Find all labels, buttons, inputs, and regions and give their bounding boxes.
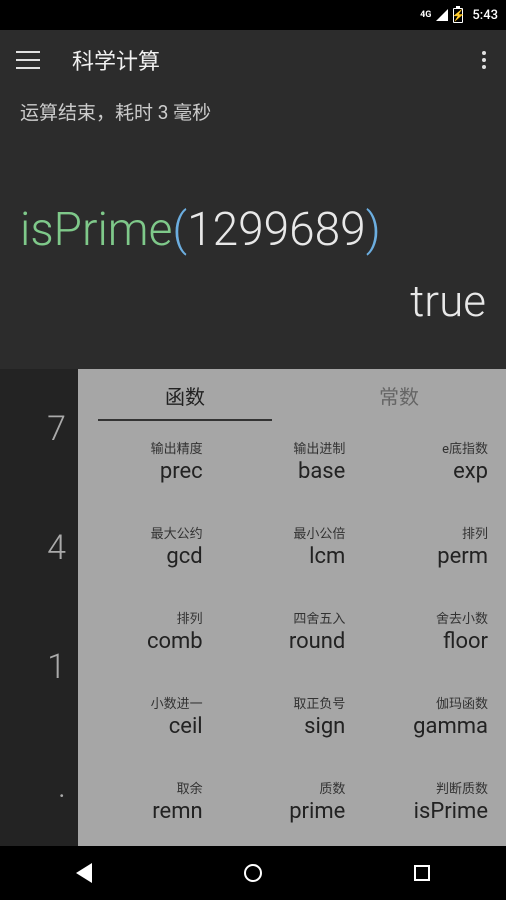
network-4g-icon: 4G [420,11,431,20]
fn-comb[interactable]: 排列 comb [78,591,221,676]
fn-gamma[interactable]: 伽玛函数 gamma [363,676,506,761]
panel-tabs: 函数 常数 [78,369,506,421]
fn-sublabel: 四舍五入 [293,608,345,627]
fn-sublabel: 取余 [177,778,203,797]
fn-label: ceil [169,714,203,739]
digit-4[interactable]: 4 [0,488,78,607]
charging-icon: ⚡ [452,10,466,21]
status-bar: 4G ⚡ 5:43 [0,0,506,30]
overflow-menu-icon[interactable] [478,43,490,77]
digit-7[interactable]: 7 [0,369,78,488]
function-panel: 函数 常数 输出精度 prec 输出进制 base e底指数 exp 最大公约 gcd 最小公倍… [78,369,506,846]
fn-round[interactable]: 四舍五入 round [221,591,364,676]
fn-lcm[interactable]: 最小公倍 lcm [221,506,364,591]
fn-floor[interactable]: 舍去小数 floor [363,591,506,676]
fn-label: sign [304,714,345,739]
function-grid: 输出精度 prec 输出进制 base e底指数 exp 最大公约 gcd 最小公倍 lcm 排列 p… [78,421,506,846]
display-area: isPrime(1299689) true [0,133,506,327]
app-toolbar: 科学计算 [0,30,506,90]
fn-label: round [289,629,345,654]
fn-label: lcm [309,544,345,569]
fn-exp[interactable]: e底指数 exp [363,421,506,506]
fn-sublabel: e底指数 [442,438,488,457]
result: true [20,275,486,327]
expr-number: 1299689 [187,203,366,257]
fn-gcd[interactable]: 最大公约 gcd [78,506,221,591]
digit-dot[interactable]: . [0,727,78,846]
fn-sublabel: 排列 [177,608,203,627]
fn-label: prec [160,459,203,484]
fn-label: floor [443,629,488,654]
fn-sublabel: 舍去小数 [436,608,488,627]
menu-icon[interactable] [16,51,40,69]
compute-status: 运算结束，耗时 3 毫秒 [0,90,506,133]
app-title: 科学计算 [72,44,160,76]
fn-label: prime [289,799,345,824]
fn-sublabel: 最小公倍 [293,523,345,542]
fn-isPrime[interactable]: 判断质数 isPrime [363,761,506,846]
fn-label: remn [152,799,202,824]
expr-function: isPrime [20,203,172,257]
fn-base[interactable]: 输出进制 base [221,421,364,506]
fn-label: perm [437,544,488,569]
fn-label: exp [453,459,488,484]
fn-label: base [298,459,345,484]
expression[interactable]: isPrime(1299689) [20,203,486,257]
fn-label: comb [147,629,203,654]
nav-bar [0,846,506,900]
fn-sign[interactable]: 取正负号 sign [221,676,364,761]
fn-ceil[interactable]: 小数进一 ceil [78,676,221,761]
expr-rparen: ) [366,203,381,257]
fn-perm[interactable]: 排列 perm [363,506,506,591]
fn-sublabel: 小数进一 [151,693,203,712]
nav-back-icon[interactable] [76,863,92,883]
tab-functions[interactable]: 函数 [78,369,292,421]
fn-prec[interactable]: 输出精度 prec [78,421,221,506]
signal-icon [436,9,448,21]
expr-lparen: ( [172,203,187,257]
digit-1[interactable]: 1 [0,608,78,727]
fn-label: gcd [166,544,202,569]
fn-sublabel: 伽玛函数 [436,693,488,712]
battery-icon: ⚡ [453,8,463,23]
fn-label: gamma [413,714,488,739]
fn-label: isPrime [414,799,488,824]
nav-home-icon[interactable] [244,864,262,882]
fn-remn[interactable]: 取余 remn [78,761,221,846]
fn-sublabel: 输出精度 [151,438,203,457]
digit-column: 7 4 1 . [0,369,78,846]
fn-prime[interactable]: 质数 prime [221,761,364,846]
fn-sublabel: 排列 [462,523,488,542]
tab-constants[interactable]: 常数 [292,369,506,421]
fn-sublabel: 判断质数 [436,778,488,797]
nav-recent-icon[interactable] [414,865,430,881]
fn-sublabel: 最大公约 [151,523,203,542]
fn-sublabel: 输出进制 [293,438,345,457]
clock: 5:43 [472,8,498,23]
fn-sublabel: 取正负号 [293,693,345,712]
fn-sublabel: 质数 [319,778,345,797]
